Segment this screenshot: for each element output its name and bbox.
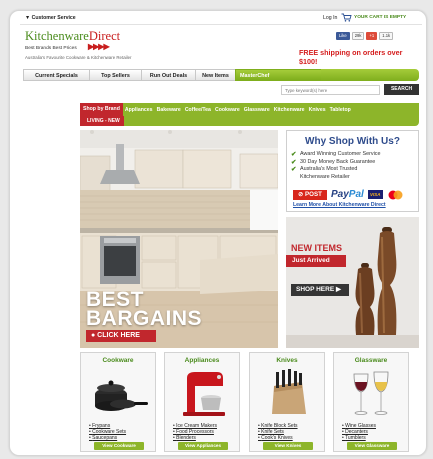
hero-headline: BEST BARGAINS	[86, 289, 203, 330]
tagline: Australia's Favourite Cookware & Kitchen…	[25, 55, 132, 60]
pepper-grinders-photo	[286, 217, 419, 348]
category-bar-second-row	[80, 116, 419, 126]
search-button[interactable]: SEARCH	[384, 84, 419, 95]
visa-logo: VISA	[367, 190, 383, 199]
product-card-title[interactable]: Knives	[250, 357, 324, 364]
new-items-title: NEW ITEMS	[291, 243, 342, 253]
category-coffee-tea[interactable]: Coffee/Tea	[183, 107, 213, 113]
check-icon: ✔	[291, 158, 297, 166]
stand-mixer-image[interactable]	[173, 368, 233, 418]
browser-frame: ▼ Customer Service Log In YOUR CART IS E…	[9, 10, 427, 456]
check-icon: ✔	[291, 151, 297, 158]
shop-here-button[interactable]: SHOP HERE ▶	[291, 284, 349, 296]
new-items-banner[interactable]: NEW ITEMS Just Arrived SHOP HERE ▶	[286, 217, 419, 348]
product-links: Frypans Cookware Sets Saucepans	[89, 423, 126, 441]
why-shop-title: Why Shop With Us?	[305, 136, 400, 147]
slogan: Best Brands Best Prices	[25, 46, 77, 51]
category-knives[interactable]: Knives	[307, 107, 328, 113]
category-cookware[interactable]: Cookware	[213, 107, 242, 113]
main-nav: Current Specials Top Sellers Run Out Dea…	[23, 69, 321, 81]
product-card-title[interactable]: Cookware	[81, 357, 155, 364]
paypal-logo: PayPal	[331, 189, 364, 200]
facebook-like-button[interactable]: Like	[336, 32, 350, 40]
view-knives-button[interactable]: View Knives	[263, 442, 313, 450]
search-input[interactable]	[281, 85, 380, 95]
login-link[interactable]: Log In	[323, 15, 337, 21]
why-shop-list: ✔ Award Winning Customer Service ✔ 30 Day …	[291, 151, 381, 181]
category-appliances[interactable]: Appliances	[123, 107, 155, 113]
product-link[interactable]: Blenders	[173, 435, 217, 441]
cart-icon[interactable]	[341, 13, 352, 22]
social-buttons: Like 29k +1 1.1k	[336, 32, 394, 40]
learn-more-link[interactable]: Learn More About Kitchenware Direct	[293, 202, 386, 208]
product-card-title[interactable]: Appliances	[165, 357, 239, 364]
tab-new-items[interactable]: New Items	[195, 69, 235, 81]
product-card-appliances: Appliances Ice Cream Makers Food Process…	[164, 352, 240, 452]
mastercard-logo	[388, 190, 403, 199]
category-glassware[interactable]: Glassware	[242, 107, 272, 113]
arrows-icon: ▶▶▶▶	[88, 42, 110, 51]
just-arrived-label: Just Arrived	[286, 255, 346, 267]
tab-masterchef[interactable]: MasterChef	[235, 69, 321, 81]
tab-run-out-deals[interactable]: Run Out Deals	[141, 69, 195, 81]
product-links: Ice Cream Makers Food Processors Blender…	[173, 423, 217, 441]
page: ▼ Customer Service Log In YOUR CART IS E…	[20, 11, 422, 455]
product-links: Knife Block Sets Knife Sets Cook's Knive…	[258, 423, 298, 441]
hero-click-here-button[interactable]: ● CLICK HERE	[86, 330, 156, 342]
why-shop-panel: Why Shop With Us? ✔ Award Winning Custome…	[286, 130, 419, 212]
knife-block-image[interactable]	[258, 368, 318, 418]
category-shop-by-brand[interactable]: Shop by Brand	[80, 103, 123, 116]
tab-top-sellers[interactable]: Top Sellers	[89, 69, 141, 81]
category-living-new[interactable]: LIVING - NEW	[80, 116, 124, 126]
product-link[interactable]: Tumblers	[342, 435, 376, 441]
hero-line-bargains: BARGAINS	[86, 307, 203, 330]
wine-glasses-image[interactable]	[342, 368, 402, 418]
hero-banner[interactable]: BEST BARGAINS ● CLICK HERE	[80, 130, 278, 348]
product-link[interactable]: Saucepans	[89, 435, 126, 441]
why-shop-point: ✔ 30 Day Money Back Guarantee	[291, 158, 376, 166]
product-card-knives: Knives Knife Block Sets Knife Sets Cook'…	[249, 352, 325, 452]
view-cookware-button[interactable]: View Cookware	[94, 442, 144, 450]
free-shipping-banner: FREE shipping on orders over $100!	[299, 48, 403, 66]
logo-text-direct: Direct	[88, 29, 121, 43]
search-bar: SEARCH	[20, 82, 422, 98]
google-plus-count: 1.1k	[379, 32, 394, 40]
product-card-title[interactable]: Glassware	[334, 357, 408, 364]
payment-methods: ⊘ POST PayPal VISA	[293, 189, 404, 200]
facebook-like-count: 29k	[351, 32, 365, 40]
nav-bar-background	[317, 69, 419, 81]
category-bakeware[interactable]: Bakeware	[155, 107, 183, 113]
check-icon: ✔	[291, 166, 297, 173]
logo-text-kitchenware: Kitchenware	[25, 29, 89, 43]
category-menu: Shop by Brand Appliances Bakeware Coffee…	[80, 103, 353, 116]
product-links: Wine Glasses Decanters Tumblers	[342, 423, 376, 441]
why-shop-point: ✔ Australia's Most Trusted	[291, 166, 358, 173]
tab-current-specials[interactable]: Current Specials	[23, 69, 89, 81]
why-shop-point-continued: Kitchenware Retailer	[300, 173, 350, 180]
customer-service-menu[interactable]: ▼ Customer Service	[25, 15, 76, 21]
australia-post-logo: ⊘ POST	[293, 189, 327, 200]
google-plus-button[interactable]: +1	[366, 32, 378, 40]
category-kitchenware[interactable]: Kitchenware	[272, 107, 307, 113]
why-shop-point: ✔ Award Winning Customer Service	[291, 151, 381, 158]
view-glassware-button[interactable]: View Glassware	[347, 442, 397, 450]
product-link[interactable]: Cook's Knives	[258, 435, 298, 441]
view-appliances-button[interactable]: View Appliances	[178, 442, 228, 450]
cart-status[interactable]: YOUR CART IS EMPTY	[354, 15, 406, 20]
cookware-image[interactable]	[89, 368, 149, 418]
product-card-glassware: Glassware Wine Glasses Decanters Tumbler…	[333, 352, 409, 452]
top-bar: ▼ Customer Service Log In YOUR CART IS E…	[20, 11, 422, 25]
category-tabletop[interactable]: Tabletop	[328, 107, 353, 113]
product-card-cookware: Cookware Frypans Cookware Sets Saucepans…	[80, 352, 156, 452]
